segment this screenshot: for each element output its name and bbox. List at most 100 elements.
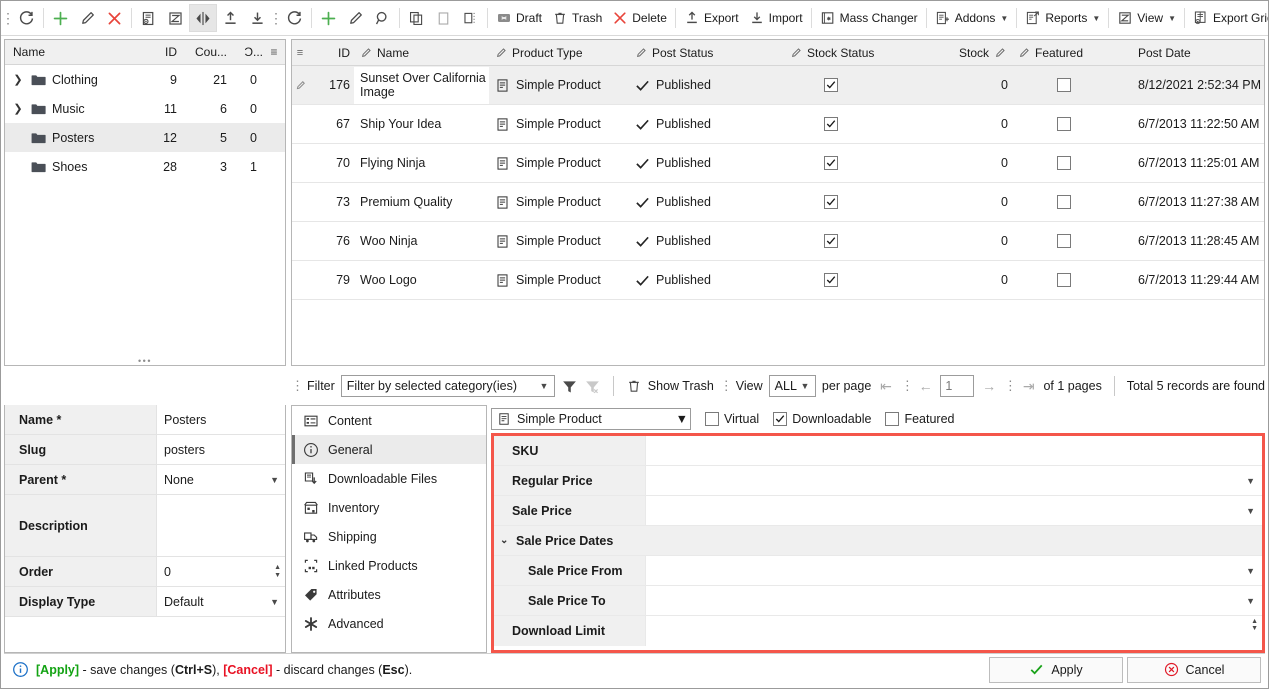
category-property-value[interactable] [157, 495, 285, 556]
tab-downloadable-files[interactable]: Downloadable Files [292, 464, 486, 493]
table-row[interactable]: 67Ship Your IdeaSimple ProductPublished0… [292, 105, 1264, 144]
row-stock-status[interactable] [784, 78, 924, 92]
table-row[interactable]: 76Woo NinjaSimple ProductPublished06/7/2… [292, 222, 1264, 261]
chevron-down-icon[interactable]: ▼ [270, 597, 279, 607]
row-stock-status[interactable] [784, 234, 924, 248]
stock-status-checkbox[interactable] [824, 195, 838, 209]
featured-checkbox[interactable] [1057, 156, 1071, 170]
category-property-value[interactable]: Posters [157, 405, 285, 434]
apply-button[interactable]: Apply [989, 657, 1123, 683]
refresh-products-button[interactable] [281, 4, 308, 32]
featured-checkbox[interactable] [1057, 234, 1071, 248]
chevron-down-icon[interactable]: ▼ [1246, 596, 1255, 606]
spinner-buttons[interactable]: ▲▼ [1251, 618, 1258, 632]
trash-button[interactable]: Trash [547, 4, 607, 32]
row-stock-status[interactable] [784, 273, 924, 287]
row-name-cell[interactable]: Premium Quality [354, 195, 489, 209]
previous-page-button[interactable]: ← [917, 378, 935, 394]
tab-content[interactable]: Content [292, 406, 486, 435]
property-value[interactable]: ▼ [646, 556, 1262, 585]
tree-column-d[interactable]: Ɔ... [227, 45, 263, 59]
filter-combo[interactable]: Filter by selected category(ies) ▼ [341, 375, 555, 397]
row-stock-status[interactable] [784, 117, 924, 131]
spinner-buttons[interactable]: ▲▼ [274, 565, 281, 579]
draft-button[interactable]: Draft [491, 4, 547, 32]
tree-row[interactable]: Posters1250 [5, 123, 285, 152]
spinner-up-icon[interactable]: ▲ [274, 565, 281, 571]
property-value[interactable]: ▼ [646, 496, 1262, 525]
clear-filter-icon[interactable] [584, 378, 601, 395]
apply-filter-icon[interactable] [561, 378, 578, 395]
duplicate-icon-button[interactable] [457, 4, 484, 32]
tree-row[interactable]: Shoes2831 [5, 152, 285, 181]
property-value[interactable] [646, 436, 1262, 465]
tree-row[interactable]: ❯Music1160 [5, 94, 285, 123]
collapse-chevron-icon[interactable]: ⌄ [500, 535, 510, 546]
spinner-down-icon[interactable]: ▼ [1251, 625, 1258, 632]
grid-column-stock[interactable]: Stock [924, 46, 1012, 60]
category-property-value[interactable]: 0▲▼ [157, 557, 285, 586]
per-page-combo[interactable]: ALL ▼ [769, 375, 816, 397]
addons-button[interactable]: Addons ▼ [930, 4, 1014, 32]
filter-bar-grip[interactable]: ⋮ [291, 378, 301, 394]
row-name-cell[interactable]: Sunset Over California Image [354, 67, 489, 104]
toolbar-grip-1[interactable] [3, 7, 13, 29]
stock-status-checkbox[interactable] [824, 156, 838, 170]
featured-checkbox[interactable] [1057, 273, 1071, 287]
row-name-cell[interactable]: Ship Your Idea [354, 117, 489, 131]
last-page-button[interactable]: ⇥ [1020, 378, 1038, 395]
export-grid-button[interactable]: Export Grid ▼ [1188, 4, 1268, 32]
tree-row-name-cell[interactable]: Posters [5, 131, 131, 145]
property-value[interactable]: ▲▼ [646, 616, 1262, 646]
row-edit-pencil-icon[interactable] [292, 80, 308, 91]
tree-row[interactable]: ❯Clothing9210 [5, 65, 285, 94]
featured-checkbox[interactable] [1057, 117, 1071, 131]
spinner-up-icon[interactable]: ▲ [1251, 618, 1258, 625]
virtual-checkbox[interactable] [705, 412, 719, 426]
edit-product-button[interactable] [342, 4, 369, 32]
delete-category-button[interactable] [101, 4, 128, 32]
grid-column-post-status[interactable]: Post Status [629, 46, 784, 60]
table-row[interactable]: 79Woo LogoSimple ProductPublished06/7/20… [292, 261, 1264, 300]
copy-icon-button[interactable] [403, 4, 430, 32]
expand-collapse-panel-button[interactable] [189, 4, 217, 32]
edit-category-button[interactable] [74, 4, 101, 32]
tab-general[interactable]: General [292, 435, 486, 464]
refresh-categories-button[interactable] [13, 4, 40, 32]
featured-checkbox[interactable] [885, 412, 899, 426]
spinner-down-icon[interactable]: ▼ [274, 573, 281, 579]
grid-column-name[interactable]: Name [354, 46, 489, 60]
toolbar-grip-2[interactable] [271, 7, 281, 29]
row-featured[interactable] [1012, 78, 1132, 92]
chevron-down-icon[interactable]: ▼ [1246, 506, 1255, 516]
property-group-label-cell[interactable]: ⌄Sale Price Dates [494, 526, 1262, 555]
import-button[interactable]: Import [744, 4, 808, 32]
row-featured[interactable] [1012, 273, 1132, 287]
add-product-button[interactable] [315, 4, 342, 32]
delete-button[interactable]: Delete [607, 4, 672, 32]
table-row[interactable]: 73Premium QualitySimple ProductPublished… [292, 183, 1264, 222]
reports-button[interactable]: Reports ▼ [1020, 4, 1105, 32]
category-property-value[interactable]: None▼ [157, 465, 285, 494]
featured-checkbox[interactable] [1057, 195, 1071, 209]
show-trash-label[interactable]: Show Trash [648, 379, 714, 393]
row-featured[interactable] [1012, 195, 1132, 209]
search-products-button[interactable] [369, 4, 396, 32]
tree-column-count[interactable]: Cou... [177, 45, 227, 59]
tab-shipping[interactable]: Shipping [292, 522, 486, 551]
preview-icon-button[interactable] [135, 4, 162, 32]
expand-chevron-icon[interactable]: ❯ [11, 102, 25, 116]
stock-status-checkbox[interactable] [824, 273, 838, 287]
table-row[interactable]: 70Flying NinjaSimple ProductPublished06/… [292, 144, 1264, 183]
downloadable-checkbox[interactable] [773, 412, 787, 426]
property-value[interactable]: ▼ [646, 466, 1262, 495]
property-value[interactable]: ▼ [646, 586, 1262, 615]
tree-row-name-cell[interactable]: Shoes [5, 160, 131, 174]
grid-column-product-type[interactable]: Product Type [489, 46, 629, 60]
tree-column-menu-icon[interactable]: ≡ [263, 45, 285, 59]
tree-column-id[interactable]: ID [131, 45, 177, 59]
tab-advanced[interactable]: Advanced [292, 609, 486, 638]
view-group-grip[interactable]: ⋮ [720, 378, 730, 394]
tab-inventory[interactable]: Inventory [292, 493, 486, 522]
cancel-button[interactable]: Cancel [1127, 657, 1261, 683]
